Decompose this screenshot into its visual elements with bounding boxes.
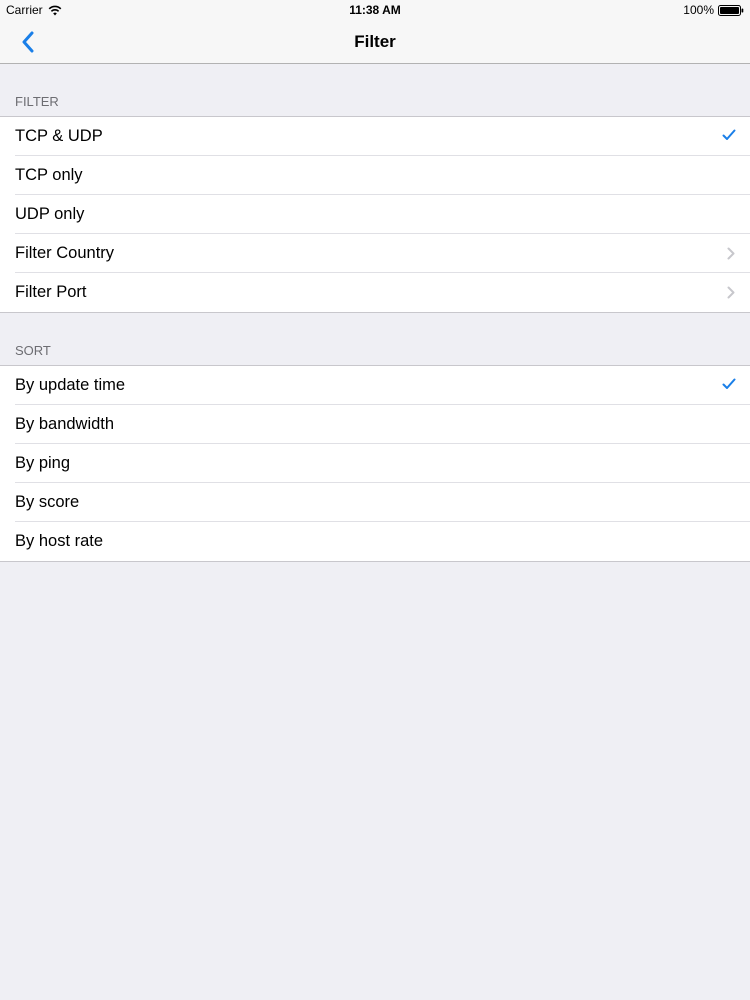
status-time: 11:38 AM bbox=[349, 3, 401, 17]
sort-list: By update time By bandwidth By ping By s… bbox=[0, 365, 750, 562]
row-label: Filter Country bbox=[15, 244, 115, 262]
filter-option-udp-only[interactable]: UDP only bbox=[0, 195, 750, 234]
checkmark-icon bbox=[722, 129, 736, 140]
filter-list: TCP & UDP TCP only UDP only Filter Count… bbox=[0, 116, 750, 313]
filter-option-tcp-udp[interactable]: TCP & UDP bbox=[0, 117, 750, 156]
battery-icon bbox=[718, 4, 744, 16]
row-label: By update time bbox=[15, 376, 126, 394]
row-label: TCP only bbox=[15, 166, 83, 184]
filter-option-tcp-only[interactable]: TCP only bbox=[0, 156, 750, 195]
section-header-filter: FILTER bbox=[15, 94, 59, 109]
sort-option-update-time[interactable]: By update time bbox=[0, 366, 750, 405]
row-label: By host rate bbox=[15, 532, 104, 550]
row-label: By score bbox=[15, 493, 80, 511]
row-label: TCP & UDP bbox=[15, 127, 103, 145]
navigation-bar: Filter bbox=[0, 20, 750, 64]
page-title: Filter bbox=[354, 32, 396, 51]
sort-option-bandwidth[interactable]: By bandwidth bbox=[0, 405, 750, 444]
row-label: By ping bbox=[15, 454, 71, 472]
status-right: 100% bbox=[683, 3, 744, 17]
filter-country-row[interactable]: Filter Country bbox=[0, 234, 750, 273]
chevron-right-icon bbox=[727, 247, 735, 260]
chevron-right-icon bbox=[727, 286, 735, 299]
sort-option-host-rate[interactable]: By host rate bbox=[0, 522, 750, 561]
section-header-sort: SORT bbox=[15, 343, 51, 358]
status-bar: Carrier 11:38 AM 100% bbox=[0, 0, 750, 20]
sort-option-ping[interactable]: By ping bbox=[0, 444, 750, 483]
battery-percent: 100% bbox=[683, 3, 714, 17]
sort-option-score[interactable]: By score bbox=[0, 483, 750, 522]
checkmark-icon bbox=[722, 378, 736, 389]
row-label: UDP only bbox=[15, 205, 85, 223]
filter-port-row[interactable]: Filter Port bbox=[0, 273, 750, 312]
row-label: By bandwidth bbox=[15, 415, 115, 433]
row-label: Filter Port bbox=[15, 283, 87, 301]
